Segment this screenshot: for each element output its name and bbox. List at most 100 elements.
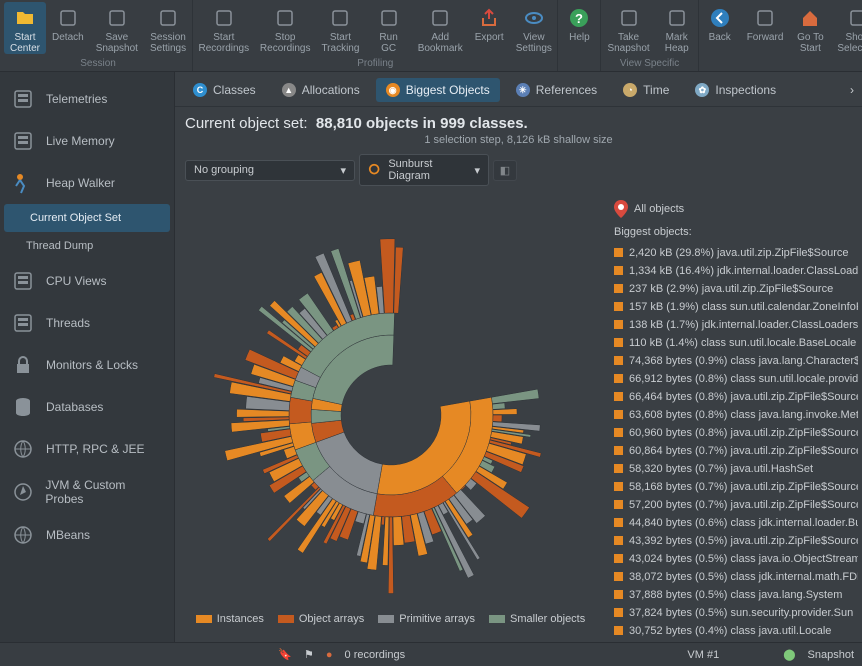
object-icon (614, 554, 623, 563)
snapshot-label[interactable]: Snapshot (808, 649, 854, 661)
biggest-object-row[interactable]: 1,334 kB (16.4%) jdk.internal.loader.Cla… (614, 262, 858, 280)
filter-button[interactable]: ◧ (493, 160, 517, 181)
object-label: 138 kB (1.7%) jdk.internal.loader.ClassL… (629, 318, 858, 332)
bookmark-icon[interactable]: 🔖 (278, 648, 292, 661)
start-tracking-button[interactable]: Start Tracking (316, 2, 365, 54)
sidebar-item-thread-dump[interactable]: Thread Dump (0, 232, 174, 260)
biggest-object-row[interactable]: 138 kB (1.7%) jdk.internal.loader.ClassL… (614, 316, 858, 334)
biggest-object-row[interactable]: 30,752 bytes (0.4%) class java.util.Loca… (614, 622, 858, 640)
sidebar-item-current-object-set[interactable]: Current Object Set (4, 204, 170, 232)
sidebar-item-monitors-locks[interactable]: Monitors & Locks (0, 344, 174, 386)
biggest-object-row[interactable]: 237 kB (2.9%) java.util.zip.ZipFile$Sour… (614, 280, 858, 298)
sidebar-item-live-memory[interactable]: Live Memory (0, 120, 174, 162)
legend: InstancesObject arraysPrimitive arraysSm… (196, 605, 586, 629)
toolbar-label: Mark Heap (665, 32, 689, 54)
run-gc-button[interactable]: Run GC (365, 2, 412, 54)
biggest-object-row[interactable]: 2,420 kB (29.8%) java.util.zip.ZipFile$S… (614, 244, 858, 262)
toolbar-label: Show Selection (837, 32, 862, 54)
start-center-button[interactable]: Start Center (4, 2, 46, 54)
sidebar-item-jvm-custom-probes[interactable]: JVM & Custom Probes (0, 470, 174, 514)
biggest-object-row[interactable]: 60,960 bytes (0.8%) java.util.zip.ZipFil… (614, 424, 858, 442)
sidebar-item-mbeans[interactable]: MBeans (0, 514, 174, 556)
sidebar-item-http-rpc-jee[interactable]: HTTP, RPC & JEE (0, 428, 174, 470)
tab-classes[interactable]: CClasses (183, 78, 266, 102)
detach-button[interactable]: Detach (46, 2, 90, 54)
flag-icon[interactable]: ⚑ (304, 648, 314, 661)
biggest-object-row[interactable]: 44,840 bytes (0.6%) class jdk.internal.l… (614, 514, 858, 532)
biggest-object-row[interactable]: 38,072 bytes (0.5%) class jdk.internal.m… (614, 568, 858, 586)
view-tabs: CClasses▲Allocations◉Biggest Objects✳Ref… (175, 72, 862, 107)
biggest-object-row[interactable]: 110 kB (1.4%) class sun.util.locale.Base… (614, 334, 858, 352)
sidebar-item-threads[interactable]: Threads (0, 302, 174, 344)
start-recordings-button[interactable]: Start Recordings (193, 2, 254, 54)
sidebar-label: Threads (46, 316, 90, 330)
mark-heap-button[interactable]: Mark Heap (656, 2, 698, 54)
disk-icon (105, 6, 129, 30)
diagram-combo[interactable]: Sunburst Diagram ▾ (359, 154, 489, 186)
legend-label: Primitive arrays (399, 613, 475, 625)
toolbar-label: Help (569, 32, 590, 43)
object-label: 44,840 bytes (0.6%) class jdk.internal.l… (629, 516, 858, 530)
globe-icon (10, 436, 36, 462)
tab-inspections[interactable]: ✿Inspections (685, 78, 786, 102)
view-settings-button[interactable]: View Settings (510, 2, 557, 54)
back-button[interactable]: Back (699, 2, 741, 54)
object-label: 43,024 bytes (0.5%) class java.io.Object… (629, 552, 858, 566)
header-value: 88,810 objects in 999 classes. (316, 115, 528, 132)
stop-recordings-button[interactable]: Stop Recordings (255, 2, 316, 54)
biggest-object-row[interactable]: 58,168 bytes (0.7%) java.util.zip.ZipFil… (614, 478, 858, 496)
chart-area: InstancesObject arraysPrimitive arraysSm… (175, 192, 862, 642)
sidebar-item-telemetries[interactable]: Telemetries (0, 78, 174, 120)
lock-icon (10, 352, 36, 378)
recordings-label[interactable]: 0 recordings (345, 649, 406, 661)
show-selection-button[interactable]: Show Selection (831, 2, 862, 54)
tab-allocations[interactable]: ▲Allocations (272, 78, 370, 102)
grouping-combo[interactable]: No grouping ▾ (185, 160, 355, 181)
object-label: 60,960 bytes (0.8%) java.util.zip.ZipFil… (629, 426, 858, 440)
biggest-object-row[interactable]: 63,608 bytes (0.8%) class java.lang.invo… (614, 406, 858, 424)
object-icon (614, 464, 623, 473)
biggest-object-row[interactable]: 66,464 bytes (0.8%) java.util.zip.ZipFil… (614, 388, 858, 406)
biggest-object-row[interactable]: 37,824 bytes (0.5%) sun.security.provide… (614, 604, 858, 622)
tab-references[interactable]: ✳References (506, 78, 607, 102)
group-label: Session (80, 57, 116, 71)
biggest-object-row[interactable]: 43,392 bytes (0.5%) java.util.zip.ZipFil… (614, 532, 858, 550)
globe2-icon (10, 522, 36, 548)
db-icon (10, 394, 36, 420)
group-label: Profiling (357, 57, 393, 71)
chevron-down-icon: ▾ (340, 164, 346, 177)
session-settings-button[interactable]: Session Settings (144, 2, 192, 54)
help-button[interactable]: ?Help (558, 2, 600, 43)
root-node[interactable]: All objects (614, 200, 858, 218)
biggest-object-row[interactable]: 58,320 bytes (0.7%) java.util.HashSet (614, 460, 858, 478)
biggest-object-row[interactable]: 37,888 bytes (0.5%) class java.lang.Syst… (614, 586, 858, 604)
forward-button[interactable]: Forward (741, 2, 790, 54)
object-label: 38,072 bytes (0.5%) class jdk.internal.m… (629, 570, 858, 584)
go-to-start-button[interactable]: Go To Start (789, 2, 831, 54)
biggest-object-row[interactable]: 157 kB (1.9%) class sun.util.calendar.Zo… (614, 298, 858, 316)
sidebar-label: HTTP, RPC & JEE (46, 442, 144, 456)
sidebar-item-cpu-views[interactable]: CPU Views (0, 260, 174, 302)
save-snapshot-button[interactable]: Save Snapshot (90, 2, 144, 54)
tab-time[interactable]: ◔Time (613, 78, 679, 102)
sunburst-icon (368, 163, 380, 177)
biggest-object-row[interactable]: 57,200 bytes (0.7%) java.util.zip.ZipFil… (614, 496, 858, 514)
object-icon (614, 590, 623, 599)
allocations-icon: ▲ (282, 83, 296, 97)
tab-biggest-objects[interactable]: ◉Biggest Objects (376, 78, 500, 102)
biggest-object-row[interactable]: 60,864 bytes (0.7%) java.util.zip.ZipFil… (614, 442, 858, 460)
add-bookmark-button[interactable]: Add Bookmark (412, 2, 468, 54)
chips-icon (10, 128, 36, 154)
biggest-object-row[interactable]: 43,024 bytes (0.5%) class java.io.Object… (614, 550, 858, 568)
sidebar-item-databases[interactable]: Databases (0, 386, 174, 428)
export-button[interactable]: Export (468, 2, 510, 54)
biggest-object-row[interactable]: 74,368 bytes (0.9%) class java.lang.Char… (614, 352, 858, 370)
tabs-overflow-icon[interactable]: › (850, 83, 854, 97)
take-snapshot-button[interactable]: Take Snapshot (601, 2, 655, 54)
rec-icon (212, 6, 236, 30)
vm-label[interactable]: VM #1 (687, 649, 719, 661)
biggest-object-row[interactable]: 66,912 bytes (0.8%) class sun.util.local… (614, 370, 858, 388)
sidebar-item-heap-walker[interactable]: Heap Walker (0, 162, 174, 204)
object-icon (614, 518, 623, 527)
sunburst-chart[interactable] (191, 205, 591, 605)
